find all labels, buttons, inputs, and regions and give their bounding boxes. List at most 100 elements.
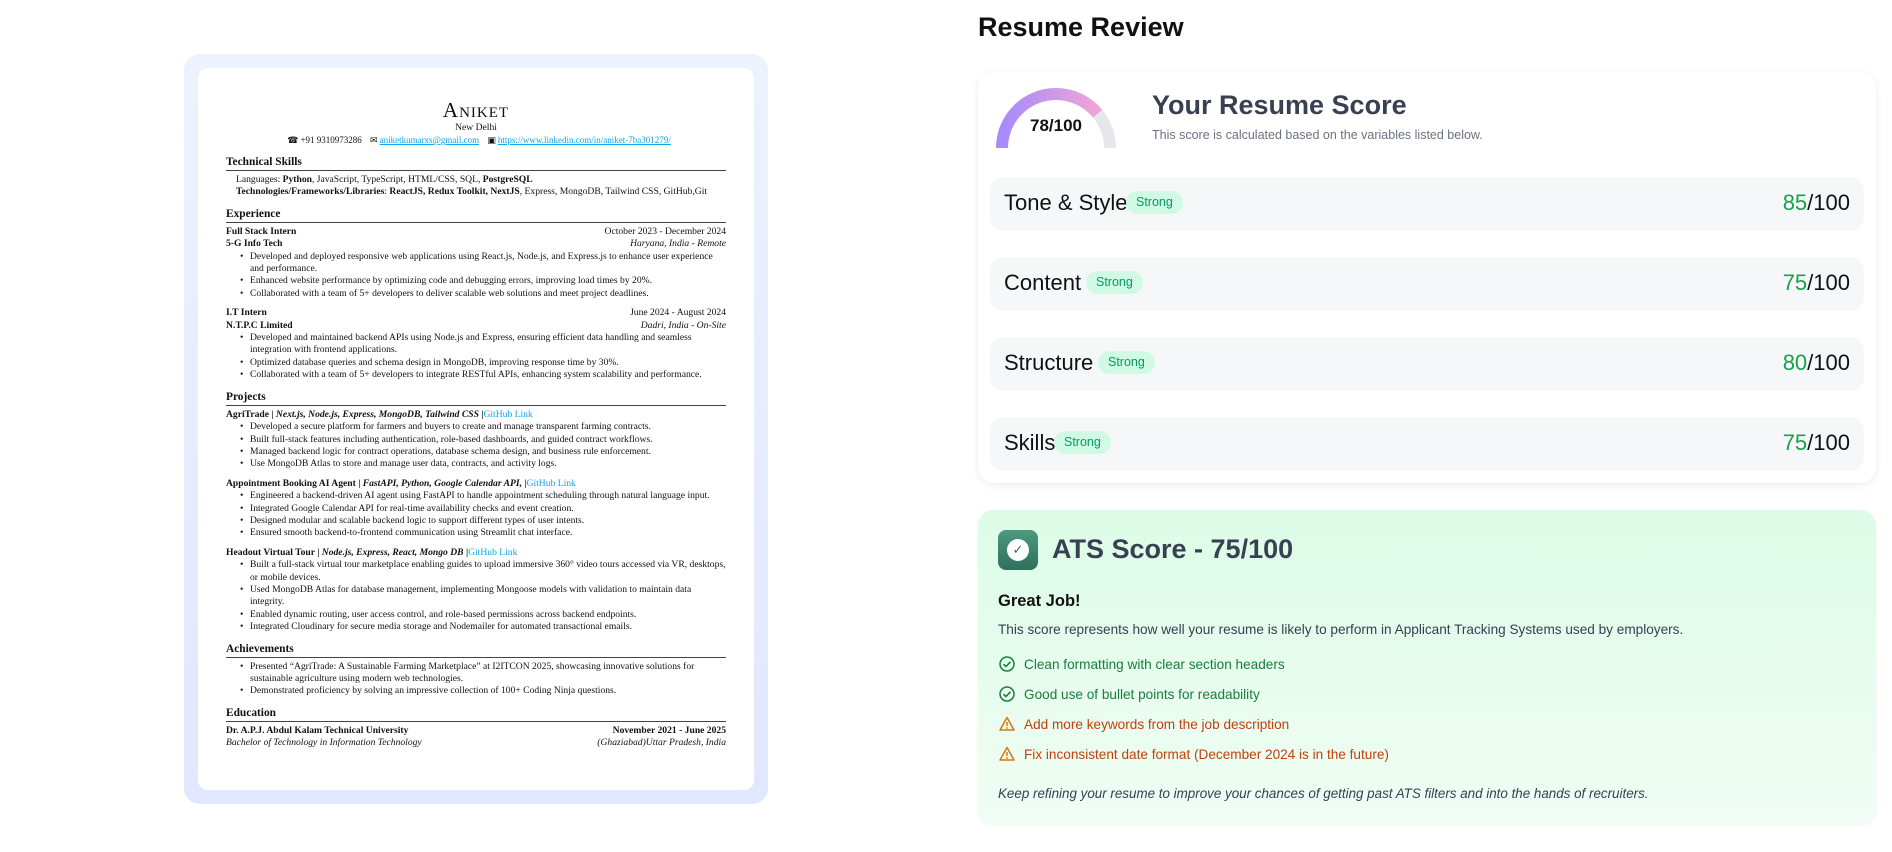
project-bullets: Developed a secure platform for farmers … [226, 421, 726, 471]
experience-dates: October 2023 - December 2024 [604, 225, 726, 237]
resume-location: New Delhi [455, 122, 497, 133]
ats-checklist-item: Good use of bullet points for readabilit… [998, 685, 1260, 703]
experience-bullets: Developed and maintained backend APIs us… [226, 332, 726, 382]
list-item: Integrated Google Calendar API for real-… [240, 503, 726, 516]
list-item: Collaborated with a team of 5+ developer… [240, 369, 726, 382]
project-bullets: Built a full-stack virtual tour marketpl… [226, 559, 726, 634]
list-item: Built full-stack features including auth… [240, 434, 726, 447]
resume-education-row2: Bachelor of Technology in Information Te… [226, 737, 726, 749]
list-item: Optimized database queries and schema de… [240, 357, 726, 370]
experience-place: Dadri, India - On-Site [640, 319, 726, 331]
resume-edu-place: (Ghaziabad)Uttar Pradesh, India [597, 737, 726, 749]
list-item: Developed and deployed responsive web ap… [240, 251, 726, 276]
resume-page: Aniket New Delhi ☎ +91 9310973286 ✉ aniket… [198, 68, 754, 790]
resume-phone: +91 9310973286 [300, 135, 362, 145]
resume-education-row: Dr. A.P.J. Abdul Kalam Technical Univers… [226, 725, 726, 737]
resume-name: Aniket [442, 98, 510, 122]
experience-role: Full Stack Intern [226, 225, 297, 237]
list-item: Enhanced website performance by optimizi… [240, 275, 726, 288]
ats-item-text: Good use of bullet points for readabilit… [1024, 686, 1260, 702]
experience-dates: June 2024 - August 2024 [630, 307, 726, 319]
category-name: Structure [1004, 350, 1094, 375]
category-name: Content [1004, 270, 1082, 295]
category-row-tone-style: Tone & Style Strong 85/100 [990, 177, 1864, 231]
resume-linkedin-link[interactable]: https://www.linkedin.com/in/aniket-7ba30… [498, 135, 671, 145]
project-github-link[interactable]: GitHub Link [483, 409, 532, 420]
ats-item-text: Clean formatting with clear section head… [1024, 656, 1285, 672]
list-item: Demonstrated proficiency by solving an i… [240, 685, 726, 698]
resume-school: Dr. A.P.J. Abdul Kalam Technical Univers… [226, 724, 409, 736]
project-tech: Next.js, Node.js, Express, MongoDB, Tail… [275, 408, 479, 420]
gauge-score-label: 78/100 [1030, 116, 1082, 135]
category-row-structure: Structure Strong 80/100 [990, 337, 1864, 391]
list-item: Built a full-stack virtual tour marketpl… [240, 559, 726, 584]
project-name: Headout Virtual Tour [226, 546, 315, 558]
category-row-skills: Skills Strong 75/100 [990, 417, 1864, 471]
experience-header: Full Stack Intern October 2023 - December… [226, 226, 726, 238]
status-badge: Strong [1086, 271, 1143, 294]
resume-section-education: Education [226, 706, 726, 722]
category-name: Skills [1004, 430, 1056, 455]
score-heading: Your Resume Score [1152, 90, 1407, 120]
experience-header: I.T Intern June 2024 - August 2024 [226, 307, 726, 319]
experience-place: Haryana, India - Remote [630, 238, 726, 250]
list-item: Collaborated with a team of 5+ developer… [240, 288, 726, 301]
ats-description: This score represents how well your resu… [998, 622, 1684, 637]
list-item: Integrated Cloudinary for secure media s… [240, 621, 726, 634]
ats-checklist-item: Add more keywords from the job descripti… [998, 715, 1289, 733]
resume-section-experience: Experience [226, 207, 726, 223]
ats-checklist-item: Clean formatting with clear section head… [998, 655, 1285, 673]
resume-section-skills: Technical Skills [226, 155, 726, 171]
warning-triangle-icon [999, 716, 1015, 731]
resume-contact: ☎ +91 9310973286 ✉ aniketkumarxs@gmail.com… [226, 134, 726, 147]
project-title: Headout Virtual Tour | Node.js, Express,… [226, 546, 518, 558]
resume-email-link[interactable]: aniketkumarxs@gmail.com [380, 135, 480, 145]
status-badge: Strong [1098, 351, 1155, 374]
email-icon: ✉ [370, 135, 378, 145]
ats-title: ATS Score - 75/100 [1052, 534, 1294, 564]
ats-check-icon: ✓ [998, 530, 1038, 570]
linkedin-icon: ▣ [487, 135, 496, 145]
category-score: 80/100 [1782, 350, 1850, 375]
resume-preview-frame: Aniket New Delhi ☎ +91 9310973286 ✉ aniket… [184, 54, 768, 804]
category-score: 75/100 [1782, 270, 1850, 295]
ats-item-text: Fix inconsistent date format (December 2… [1024, 746, 1389, 762]
resume-skills-tech: Technologies/Frameworks/Libraries: React… [236, 186, 708, 198]
list-item: Engineered a backend-driven AI agent usi… [240, 490, 726, 503]
resume-degree: Bachelor of Technology in Information Te… [226, 737, 422, 749]
experience-subheader: N.T.P.C Limited Dadri, India - On-Site [226, 320, 726, 332]
score-subtitle: This score is calculated based on the va… [1152, 128, 1483, 142]
category-name: Tone & Style [1004, 190, 1128, 215]
phone-icon: ☎ [287, 135, 299, 145]
list-item: Used MongoDB Atlas for database manageme… [240, 584, 726, 609]
resume-achievements-list: Presented “AgriTrade: A Sustainable Farm… [226, 661, 726, 699]
project-github-link[interactable]: GitHub Link [527, 478, 576, 489]
project-github-link[interactable]: GitHub Link [468, 547, 517, 558]
status-badge: Strong [1054, 431, 1111, 454]
resume-section-achievements: Achievements [226, 642, 726, 658]
project-title: AgriTrade | Next.js, Node.js, Express, M… [226, 408, 533, 420]
ats-item-text: Add more keywords from the job descripti… [1024, 716, 1290, 732]
resume-score-card: 78/100 Your Resume Score This score is c… [978, 72, 1876, 483]
status-badge: Strong [1126, 191, 1183, 214]
project-name: AgriTrade [226, 408, 269, 420]
category-score: 75/100 [1782, 430, 1850, 455]
list-item: Developed and maintained backend APIs us… [240, 332, 726, 357]
ats-footer-note: Keep refining your resume to improve you… [998, 786, 1649, 801]
project-bullets: Engineered a backend-driven AI agent usi… [226, 490, 726, 540]
resume-skills-languages: Languages: Python, JavaScript, TypeScrip… [236, 174, 533, 185]
list-item: Designed modular and scalable backend lo… [240, 515, 726, 528]
resume-edu-dates: November 2021 - June 2025 [612, 724, 726, 736]
category-row-content: Content Strong 75/100 [990, 257, 1864, 311]
warning-triangle-icon [999, 746, 1015, 761]
experience-subheader: 5-G Info Tech Haryana, India - Remote [226, 238, 726, 250]
experience-bullets: Developed and deployed responsive web ap… [226, 251, 726, 301]
check-circle-icon [999, 686, 1015, 702]
resume-projects-list: AgriTrade | Next.js, Node.js, Express, M… [226, 409, 726, 634]
category-score: 85/100 [1782, 190, 1850, 215]
list-item: Presented “AgriTrade: A Sustainable Farm… [240, 661, 726, 686]
ats-great-job: Great Job! [998, 592, 1081, 610]
